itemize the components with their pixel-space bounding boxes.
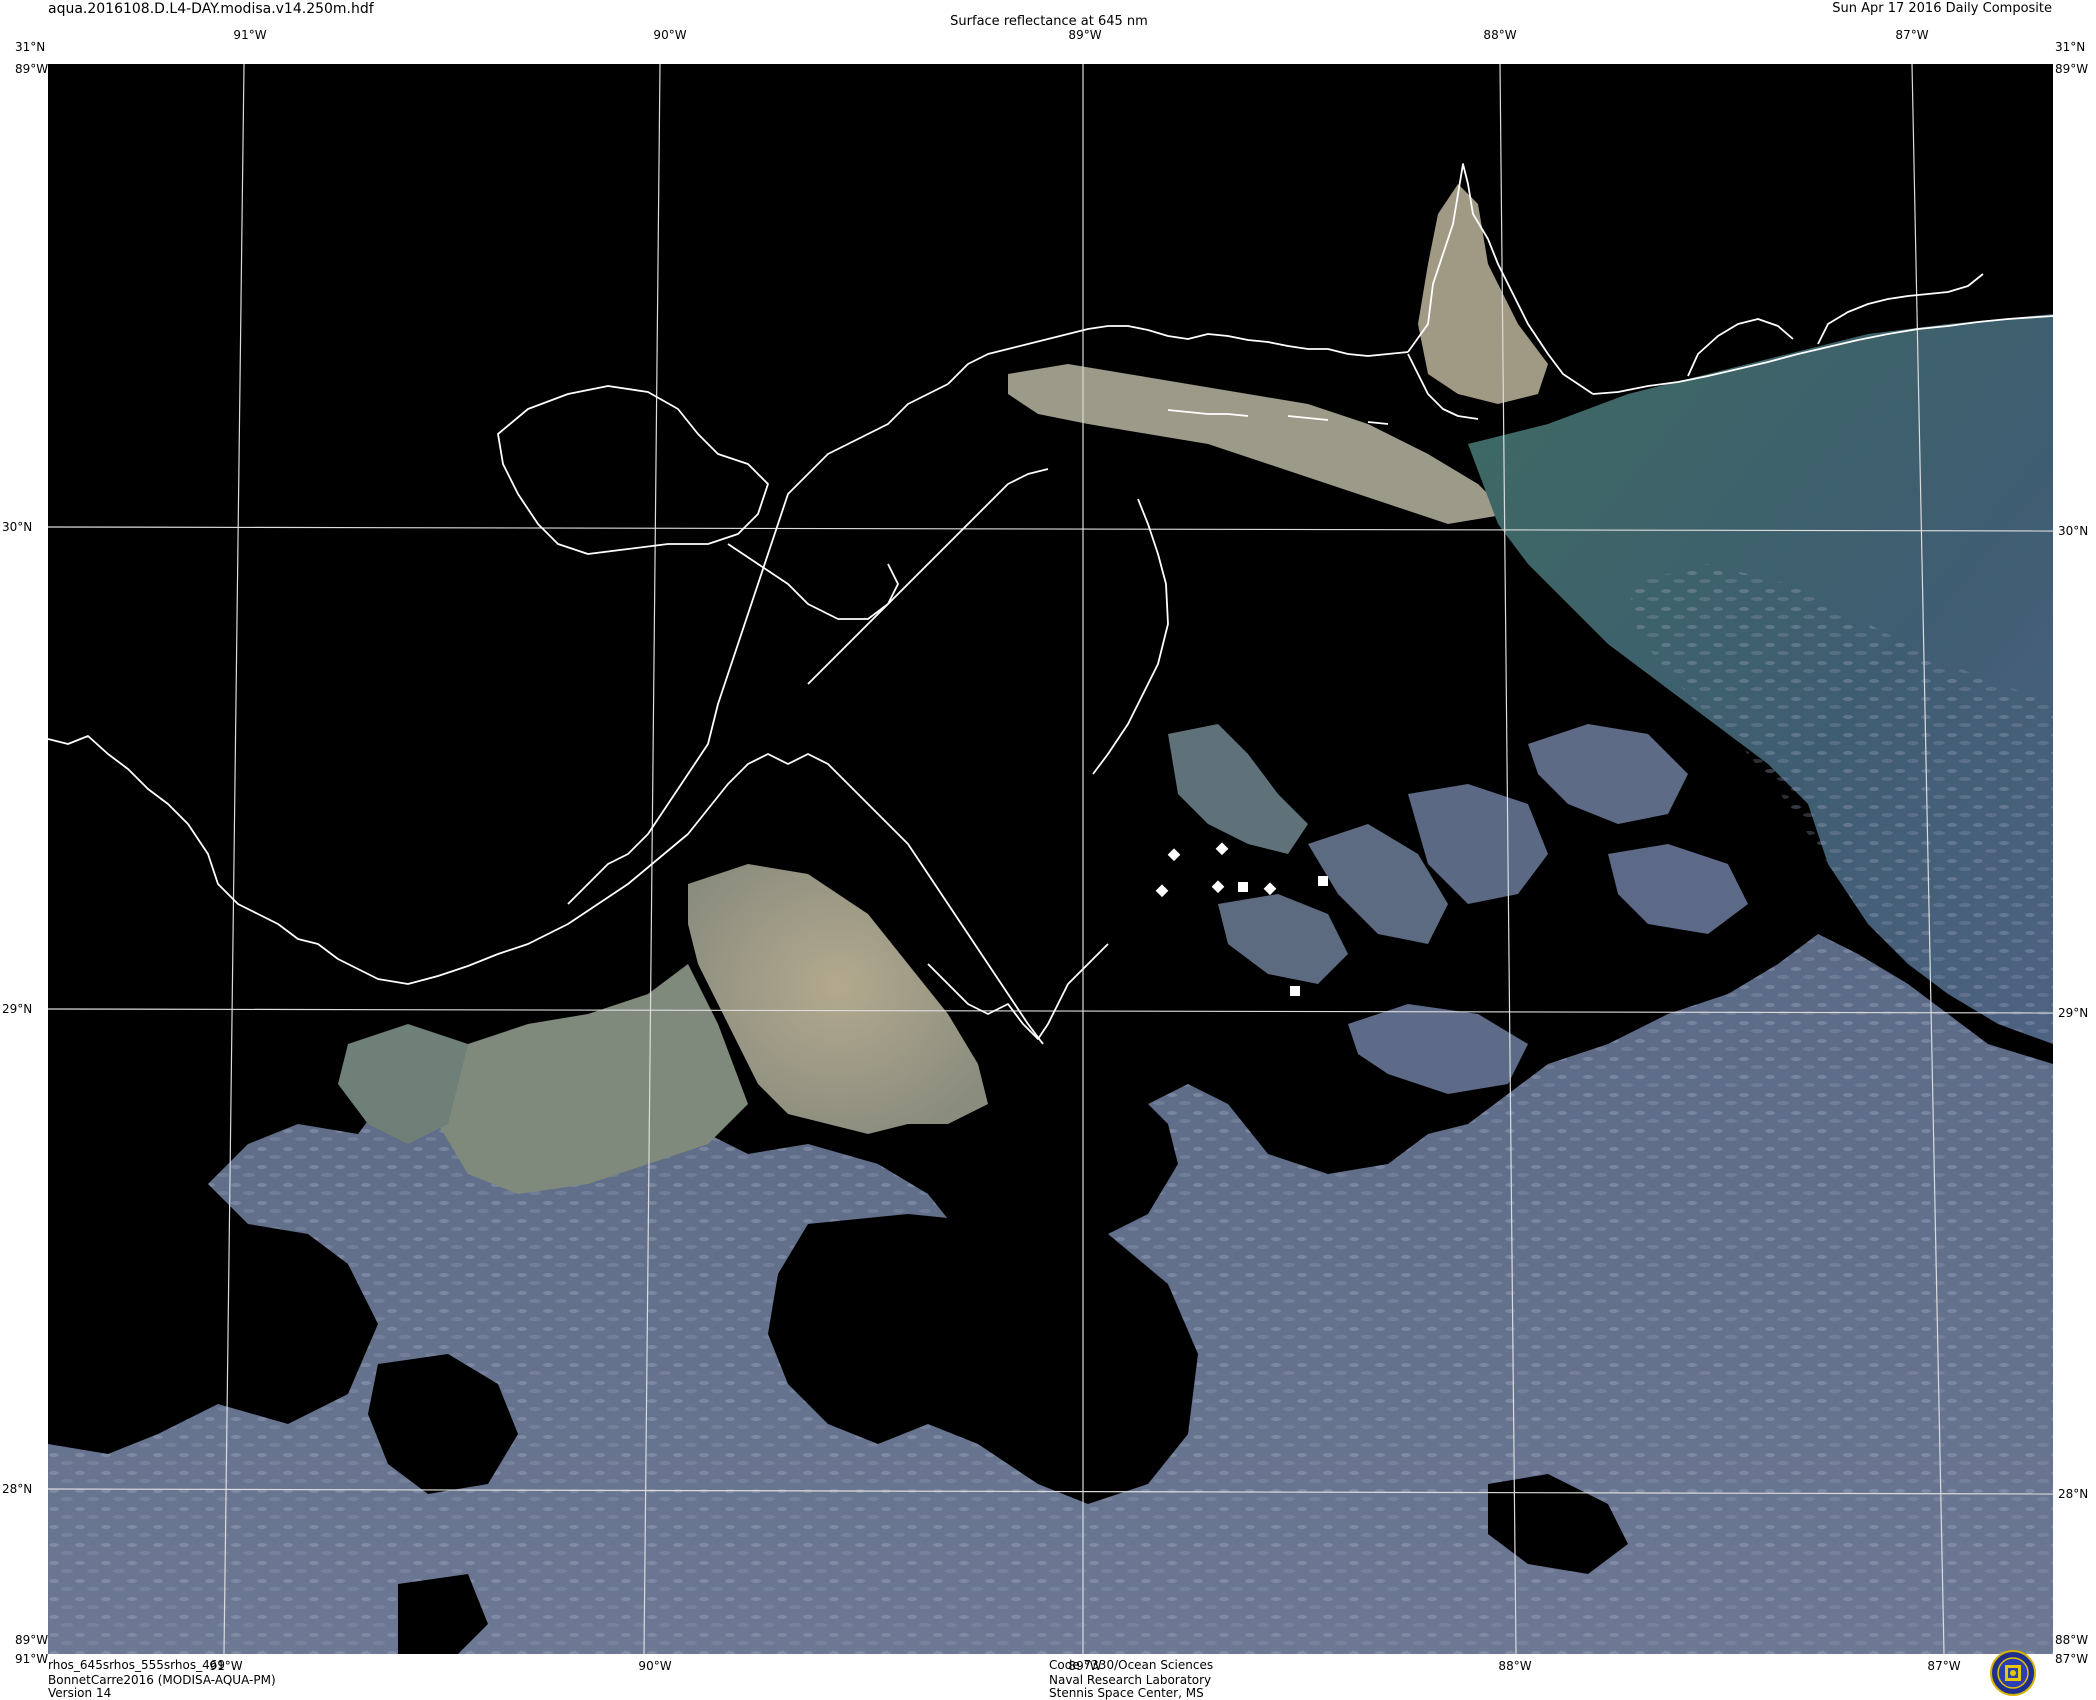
footer-bands: rhos_645srhos_555srhos_469 — [48, 1658, 225, 1672]
water-patch-east-2 — [1608, 844, 1748, 934]
water-patch-southeast — [1348, 1004, 1528, 1094]
coastline-chandeleur — [1092, 498, 1169, 775]
footer-code: Code 7330/Ocean Sciences — [1049, 1658, 1214, 1672]
lon-label-top-91w: 91°W — [233, 28, 267, 42]
lat-label-left-30n: 30°N — [2, 520, 33, 534]
lat-label-right-29n: 29°N — [2058, 1006, 2089, 1020]
mobile-bay-water — [1418, 184, 1548, 404]
satellite-map — [48, 64, 2053, 1654]
lon-label-bottom-88w: 88°W — [1498, 1659, 1532, 1673]
corner-bottom-right-lat: 88°W — [2055, 1633, 2089, 1647]
composite-date: Sun Apr 17 2016 Daily Composite — [1832, 1, 2052, 16]
water-patch-central-1 — [1168, 724, 1308, 854]
corner-top-left-lon: 89°W — [15, 62, 49, 76]
lat-label-right-30n: 30°N — [2058, 524, 2089, 538]
corner-bottom-left-lon: 91°W — [15, 1652, 49, 1666]
coastline-louisiana-marsh-2 — [807, 468, 1049, 685]
corner-bottom-right-lon: 87°W — [2055, 1652, 2089, 1666]
lon-label-bottom-90w: 90°W — [638, 1659, 672, 1673]
image-filename: aqua.2016108.D.L4-DAY.modisa.v14.250m.hd… — [48, 1, 374, 17]
corner-top-right-lon: 89°W — [2055, 62, 2089, 76]
nrl-seal-icon — [1990, 1650, 2036, 1696]
lon-label-top-90w: 90°W — [653, 28, 687, 42]
water-patch-east-1 — [1528, 724, 1688, 824]
lon-label-top-89w: 89°W — [1068, 28, 1102, 42]
map-canvas — [48, 64, 2053, 1654]
footer-version: Version 14 — [48, 1686, 112, 1700]
lat-label-left-28n: 28°N — [2, 1482, 33, 1496]
lon-label-top-88w: 88°W — [1483, 28, 1517, 42]
corner-top-right-lat: 31°N — [2055, 40, 2086, 54]
coastline-delta — [927, 943, 1109, 1040]
corner-top-left-lat: 31°N — [15, 40, 46, 54]
corner-bottom-left-lat: 89°W — [15, 1633, 49, 1647]
lon-label-top-87w: 87°W — [1895, 28, 1929, 42]
product-title: Surface reflectance at 645 nm — [950, 14, 1148, 29]
water-patch-central-2 — [1218, 894, 1348, 984]
lon-label-bottom-87w: 87°W — [1927, 1659, 1961, 1673]
lat-label-right-28n: 28°N — [2058, 1487, 2089, 1501]
footer-location: Stennis Space Center, MS — [1049, 1686, 1204, 1700]
coastline-lake-borgne — [727, 543, 899, 620]
lat-label-left-29n: 29°N — [2, 1002, 33, 1016]
